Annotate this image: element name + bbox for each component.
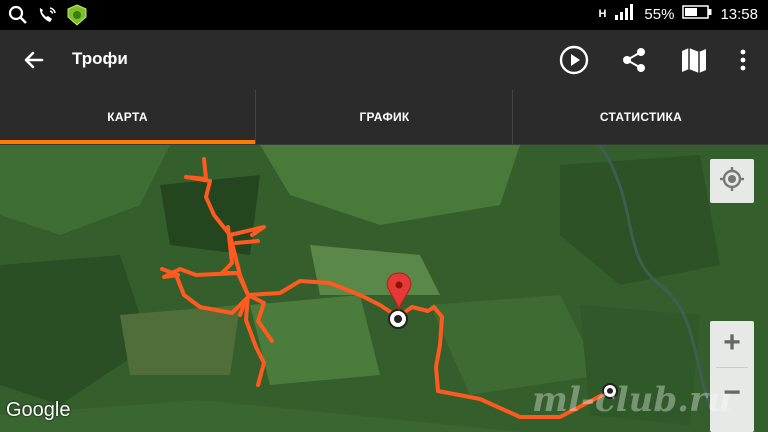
play-icon[interactable] [556,42,592,78]
tab-bar: КАРТА ГРАФИК СТАТИСТИКА [0,90,768,145]
tab-graph[interactable]: ГРАФИК [255,90,513,144]
search-icon [8,5,28,30]
tab-statistics[interactable]: СТАТИСТИКА [512,90,768,144]
network-type-label: H [598,8,607,20]
page-title: Трофи [72,49,128,68]
zoom-in-button[interactable]: + [710,321,754,365]
status-bar: H 55% 13:58 [0,0,768,30]
battery-percent: 55% [644,5,675,23]
battery-icon [682,5,712,23]
crosshair-icon [719,166,745,197]
active-tab-indicator [0,140,255,144]
clock: 13:58 [720,5,758,23]
share-icon[interactable] [616,42,652,78]
tab-map[interactable]: КАРТА [0,90,255,144]
more-vertical-icon[interactable] [736,42,750,78]
back-arrow-icon[interactable] [22,48,46,72]
tab-label: КАРТА [107,110,148,124]
wifi-call-icon [36,5,58,30]
map-icon[interactable] [676,42,712,78]
watermark-text: ml-club.ru [532,380,732,420]
tab-label: ГРАФИК [359,110,410,124]
map-view[interactable]: + − Google ml-club.ru [0,145,768,432]
google-attribution: Google [6,399,71,421]
signal-icon [614,4,636,24]
app-bar: Трофи [0,30,768,90]
zoom-divider [716,367,748,368]
app-badge-icon [66,4,88,31]
tab-label: СТАТИСТИКА [599,110,683,124]
my-location-button[interactable] [710,159,754,203]
